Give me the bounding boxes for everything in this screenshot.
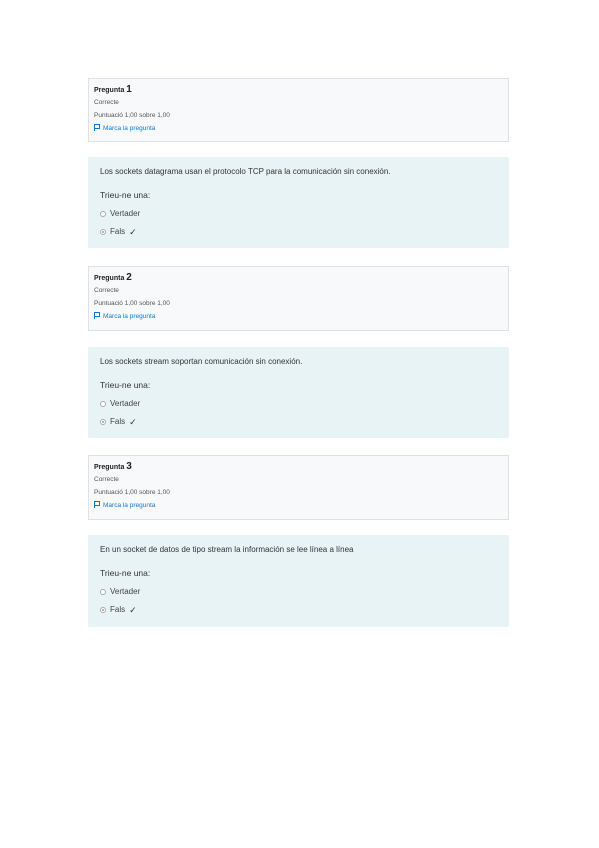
- question-text: Los sockets datagrama usan el protocolo …: [100, 167, 391, 176]
- answer-prompt: Trieu-ne una:: [100, 380, 151, 390]
- question-3-info: Pregunta 3 Correcte Puntuació 1,00 sobre…: [88, 455, 509, 520]
- flag-label: Marca la pregunta: [103, 125, 156, 132]
- option-label: Vertader: [110, 399, 141, 408]
- question-label: Pregunta: [94, 275, 125, 282]
- option-label: Fals: [110, 417, 126, 426]
- question-state: Correcte: [94, 287, 119, 294]
- question-number: 2: [126, 272, 132, 283]
- question-grade: Puntuació 1,00 sobre 1,00: [94, 489, 170, 496]
- option-label: Vertader: [110, 209, 141, 218]
- question-text: Los sockets stream soportan comunicación…: [100, 357, 303, 366]
- question-title: Pregunta 1: [94, 84, 503, 96]
- answer-option-true[interactable]: Vertader: [100, 399, 497, 409]
- question-grade: Puntuació 1,00 sobre 1,00: [94, 112, 170, 119]
- correct-check-icon: ✓: [129, 417, 137, 427]
- answer-prompt: Trieu-ne una:: [100, 568, 151, 578]
- option-label: Fals: [110, 605, 126, 614]
- answer-option-false[interactable]: Fals ✓: [100, 417, 497, 427]
- radio-true[interactable]: [100, 401, 106, 407]
- flag-icon: [94, 312, 100, 319]
- question-title: Pregunta 3: [94, 461, 503, 473]
- answer-prompt: Trieu-ne una:: [100, 190, 151, 200]
- flag-label: Marca la pregunta: [103, 502, 156, 509]
- flag-question-link[interactable]: Marca la pregunta: [94, 499, 503, 512]
- answer-option-true[interactable]: Vertader: [100, 209, 497, 219]
- answer-option-true[interactable]: Vertader: [100, 587, 497, 597]
- question-label: Pregunta: [94, 87, 125, 94]
- radio-true[interactable]: [100, 589, 106, 595]
- flag-icon: [94, 124, 100, 131]
- correct-check-icon: ✓: [129, 605, 137, 615]
- question-2-content: Los sockets stream soportan comunicación…: [88, 347, 509, 438]
- flag-question-link[interactable]: Marca la pregunta: [94, 310, 503, 323]
- question-1-info: Pregunta 1 Correcte Puntuació 1,00 sobre…: [88, 78, 509, 142]
- answer-option-false[interactable]: Fals ✓: [100, 605, 497, 615]
- radio-false[interactable]: [100, 607, 106, 613]
- question-state: Correcte: [94, 99, 119, 106]
- radio-false[interactable]: [100, 229, 106, 235]
- question-state: Correcte: [94, 476, 119, 483]
- question-grade: Puntuació 1,00 sobre 1,00: [94, 300, 170, 307]
- question-text: En un socket de datos de tipo stream la …: [100, 545, 354, 554]
- correct-check-icon: ✓: [129, 227, 137, 237]
- question-3-content: En un socket de datos de tipo stream la …: [88, 535, 509, 627]
- flag-icon: [94, 501, 100, 508]
- flag-label: Marca la pregunta: [103, 313, 156, 320]
- question-2-info: Pregunta 2 Correcte Puntuació 1,00 sobre…: [88, 266, 509, 331]
- question-title: Pregunta 2: [94, 272, 503, 284]
- question-number: 1: [126, 84, 132, 95]
- answer-option-false[interactable]: Fals ✓: [100, 227, 497, 237]
- question-1-content: Los sockets datagrama usan el protocolo …: [88, 157, 509, 248]
- option-label: Vertader: [110, 587, 141, 596]
- option-label: Fals: [110, 227, 126, 236]
- radio-true[interactable]: [100, 211, 106, 217]
- radio-false[interactable]: [100, 419, 106, 425]
- question-number: 3: [126, 461, 132, 472]
- question-label: Pregunta: [94, 464, 125, 471]
- flag-question-link[interactable]: Marca la pregunta: [94, 122, 503, 135]
